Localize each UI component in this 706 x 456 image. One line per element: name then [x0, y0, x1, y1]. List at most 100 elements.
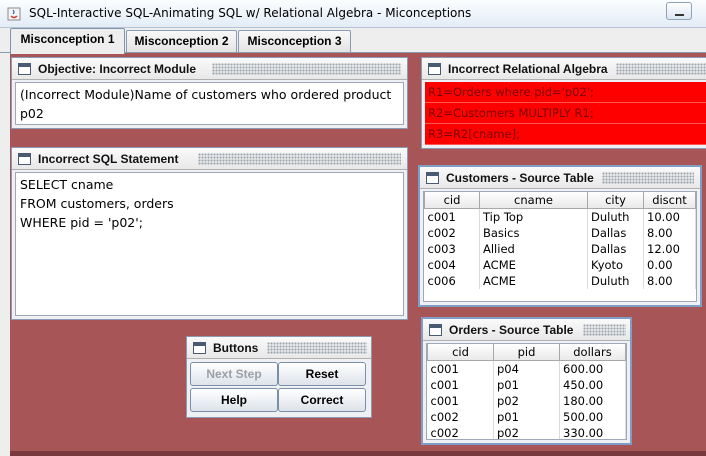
window-icon — [18, 153, 31, 165]
column-header[interactable]: pid — [493, 344, 560, 361]
table-cell: c001 — [427, 376, 494, 393]
table-cell: 8.00 — [643, 224, 696, 241]
objective-frame-titlebar[interactable]: Objective: Incorrect Module — [12, 58, 407, 80]
bottom-edge — [10, 451, 706, 456]
orders-frame-title: Orders - Source Table — [449, 323, 574, 337]
table-header-row: cid cname city discnt — [424, 192, 696, 209]
minimize-button[interactable] — [666, 2, 692, 20]
sql-statement-frame: Incorrect SQL Statement SELECT cname FRO… — [11, 147, 408, 320]
correct-button[interactable]: Correct — [278, 388, 366, 412]
table-cell: 600.00 — [559, 360, 626, 377]
next-step-button[interactable]: Next Step — [190, 362, 278, 386]
customers-frame-title: Customers - Source Table — [446, 171, 594, 185]
table-row[interactable]: c001 p04 600.00 — [427, 360, 626, 377]
ra-frame-title: Incorrect Relational Algebra — [448, 62, 608, 76]
ra-frame-titlebar[interactable]: Incorrect Relational Algebra — [422, 58, 706, 80]
table-cell: p04 — [493, 360, 560, 377]
table-cell: ACME — [479, 256, 588, 273]
table-cell: p01 — [493, 408, 560, 425]
table-cell: Kyoto — [587, 256, 644, 273]
table-row[interactable]: c001 p02 180.00 — [427, 392, 626, 409]
table-row[interactable]: c002 Basics Dallas 8.00 — [424, 224, 696, 241]
sql-text-area[interactable]: SELECT cname FROM customers, orders WHER… — [15, 172, 404, 316]
table-cell: Dallas — [587, 224, 644, 241]
table-cell: 0.00 — [643, 256, 696, 273]
orders-table: cid pid dollars c001 p04 600.00 c001 p01… — [427, 344, 626, 439]
drag-grip[interactable] — [602, 172, 694, 184]
tab-misconception-1[interactable]: Misconception 1 — [10, 28, 125, 54]
help-button[interactable]: Help — [190, 388, 278, 412]
column-header[interactable]: cname — [479, 192, 588, 209]
sql-frame-title: Incorrect SQL Statement — [38, 152, 179, 166]
drag-grip[interactable] — [583, 324, 626, 336]
buttons-frame-title: Buttons — [213, 341, 259, 355]
table-header-row: cid pid dollars — [427, 344, 626, 361]
drag-grip[interactable] — [212, 63, 401, 75]
ra-line[interactable]: R1=Orders where pid='p02'; — [425, 82, 706, 103]
reset-button[interactable]: Reset — [278, 362, 366, 386]
tab-misconception-3[interactable]: Misconception 3 — [238, 30, 351, 52]
column-header[interactable]: cid — [424, 192, 480, 209]
ra-list[interactable]: R1=Orders where pid='p02'; R2=Customers … — [425, 82, 706, 145]
table-row[interactable]: c004 ACME Kyoto 0.00 — [424, 256, 696, 273]
table-cell: c002 — [427, 424, 494, 439]
objective-frame-title: Objective: Incorrect Module — [38, 62, 197, 76]
ra-line[interactable]: R2=Customers MULTIPLY R1; — [425, 103, 706, 124]
ra-line[interactable]: R3=R2[cname]; — [425, 124, 706, 145]
drag-grip[interactable] — [198, 153, 401, 165]
orders-table-frame: Orders - Source Table cid pid dollars c0… — [421, 317, 632, 445]
table-cell: Allied — [479, 240, 588, 257]
table-cell: ACME — [479, 272, 588, 289]
buttons-frame: Buttons Next Step Reset Help Correct — [186, 336, 372, 418]
table-row[interactable]: c002 p02 330.00 — [427, 424, 626, 439]
drag-grip[interactable] — [616, 63, 706, 75]
table-cell: p02 — [493, 424, 560, 439]
table-row[interactable]: c001 Tip Top Duluth 10.00 — [424, 208, 696, 225]
table-cell: 12.00 — [643, 240, 696, 257]
column-header[interactable]: discnt — [643, 192, 696, 209]
table-row[interactable]: c006 ACME Duluth 8.00 — [424, 272, 696, 289]
objective-text-area[interactable]: (Incorrect Module)Name of customers who … — [15, 82, 404, 125]
column-header[interactable]: city — [587, 192, 644, 209]
sql-frame-titlebar[interactable]: Incorrect SQL Statement — [12, 148, 407, 170]
window-icon — [429, 324, 442, 336]
minimize-icon — [675, 14, 684, 16]
window-icon — [193, 342, 206, 354]
sql-text: SELECT cname FROM customers, orders WHER… — [20, 177, 174, 230]
table-cell: p02 — [493, 392, 560, 409]
table-cell: 450.00 — [559, 376, 626, 393]
drag-grip[interactable] — [267, 342, 367, 354]
objective-text: (Incorrect Module)Name of customers who … — [20, 87, 396, 121]
customers-frame-titlebar[interactable]: Customers - Source Table — [420, 167, 700, 189]
table-row[interactable]: c002 p01 500.00 — [427, 408, 626, 425]
relational-algebra-frame: Incorrect Relational Algebra R1=Orders w… — [421, 57, 706, 149]
table-cell: 8.00 — [643, 272, 696, 289]
customers-table-scroll[interactable]: cid cname city discnt c001 Tip Top Dulut… — [423, 191, 697, 302]
table-row[interactable]: c001 p01 450.00 — [427, 376, 626, 393]
window-icon — [426, 172, 439, 184]
orders-frame-titlebar[interactable]: Orders - Source Table — [423, 319, 630, 341]
table-cell: 330.00 — [559, 424, 626, 439]
tab-strip: Misconception 1 Misconception 2 Misconce… — [0, 28, 706, 54]
table-cell: 500.00 — [559, 408, 626, 425]
table-cell: 10.00 — [643, 208, 696, 225]
customers-table-frame: Customers - Source Table cid cname city … — [418, 165, 702, 307]
application-window: SQL-Interactive SQL-Animating SQL w/ Rel… — [0, 0, 706, 456]
orders-table-scroll[interactable]: cid pid dollars c001 p04 600.00 c001 p01… — [426, 343, 627, 440]
title-bar: SQL-Interactive SQL-Animating SQL w/ Rel… — [0, 0, 706, 28]
table-cell: 180.00 — [559, 392, 626, 409]
java-app-icon — [7, 7, 21, 21]
table-cell: p01 — [493, 376, 560, 393]
tab-misconception-2[interactable]: Misconception 2 — [126, 30, 237, 52]
table-cell: c001 — [427, 392, 494, 409]
window-icon — [18, 63, 31, 75]
column-header[interactable]: dollars — [559, 344, 626, 361]
table-cell: Duluth — [587, 208, 644, 225]
buttons-frame-titlebar[interactable]: Buttons — [187, 337, 371, 359]
table-row[interactable]: c003 Allied Dallas 12.00 — [424, 240, 696, 257]
table-cell: c004 — [424, 256, 480, 273]
window-icon — [428, 63, 441, 75]
table-cell: c002 — [424, 224, 480, 241]
table-cell: c001 — [427, 360, 494, 377]
column-header[interactable]: cid — [427, 344, 494, 361]
